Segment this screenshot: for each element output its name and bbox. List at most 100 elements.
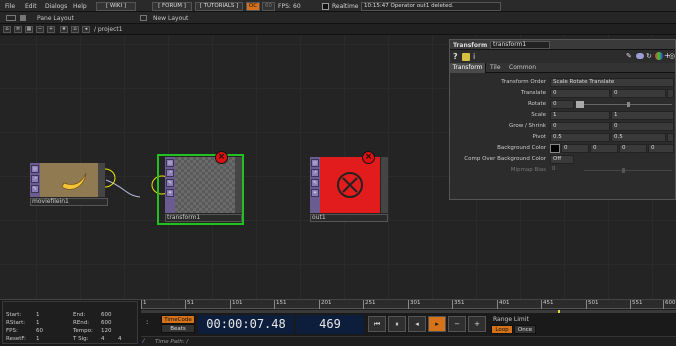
rotate-slider-handle[interactable] [576,101,584,108]
tab-common[interactable]: Common [509,64,536,71]
node-moviefilein1[interactable]: ◎ ↗ ✎ moviefilein1 [30,163,108,207]
comp-over-toggle[interactable]: Off [550,155,574,164]
menu-help[interactable]: Help [73,3,87,10]
transform-icon[interactable]: ✎ [166,179,174,187]
tsig-numerator[interactable]: 4 [101,336,105,342]
pause-icon[interactable]: ⏸ [388,316,406,332]
once-button[interactable]: Once [514,325,536,334]
background-color-swatch[interactable] [550,144,560,153]
pivot-y-field[interactable]: 0.5 [611,133,666,142]
grid-icon[interactable]: ▦ [25,26,33,33]
tsig-denominator[interactable]: 4 [118,336,122,342]
tutorials-link[interactable]: [ TUTORIALS ] [195,2,243,11]
star-icon[interactable]: ★ [60,26,68,33]
play-icon[interactable]: ▸ [428,316,446,332]
menu-file[interactable]: File [5,3,15,10]
back-icon[interactable]: ◂ [82,26,90,33]
bg-r-field[interactable]: 0 [561,144,589,153]
oc-indicator[interactable]: OC [246,2,260,11]
bg-a-field[interactable]: 0 [648,144,674,153]
timecode-display[interactable]: 00:00:07.48 [198,315,294,334]
tempo-value[interactable]: 120 [101,328,112,334]
rotate-field[interactable]: 0 [550,100,574,109]
playhead[interactable] [558,310,560,313]
step-back-icon[interactable]: ◂ [408,316,426,332]
plus-button[interactable]: + [468,316,486,332]
wiki-link[interactable]: [ WIKI ] [96,2,136,11]
error-icon[interactable]: × [215,151,228,164]
timeline-track[interactable] [141,310,676,313]
home-icon[interactable]: ⌂ [3,26,11,33]
node-label[interactable]: moviefilein1 [30,198,108,206]
viewer-toggle-icon[interactable]: ◎ [311,159,319,167]
rend-value[interactable]: 600 [101,320,112,326]
realtime-checkbox[interactable] [322,3,329,10]
viewer-toggle-icon[interactable]: ◎ [166,159,174,167]
help-icon[interactable]: ? [453,52,458,61]
loop-button[interactable]: Loop [491,325,513,334]
time-path[interactable]: Time Path: / [155,339,188,345]
grow-y-field[interactable]: 0 [611,122,674,131]
info-icon[interactable]: i [473,52,475,61]
pane-split-icon[interactable] [6,15,16,21]
resetf-value[interactable]: 1 [36,336,40,342]
viewer-toggle-icon[interactable]: ◎ [31,165,39,173]
beats-button[interactable]: Beats [161,324,195,333]
network-path[interactable]: / project1 [94,26,123,33]
tab-transform[interactable]: Transform [450,63,486,73]
tab-tile[interactable]: Tile [490,64,501,71]
edit-icon[interactable]: ✎ [626,52,632,60]
scale-y-field[interactable]: 1 [611,111,674,120]
units-button[interactable] [667,89,674,98]
minus-button[interactable]: − [448,316,466,332]
bg-b-field[interactable]: 0 [619,144,647,153]
bypass-icon[interactable]: ↗ [311,169,319,177]
scale-x-field[interactable]: 1 [550,111,610,120]
mipmap-field[interactable]: 0 [550,166,574,175]
refresh-icon[interactable]: ↻ [646,52,652,60]
color-icon[interactable] [655,52,663,60]
bg-g-field[interactable]: 0 [590,144,618,153]
timeline-ruler[interactable]: 1 51 101 151 201 251 301 351 401 451 501… [141,300,676,309]
timecode-button[interactable]: TimeCode [161,315,195,324]
fps-value[interactable]: 60 [36,328,43,334]
bypass-icon[interactable]: ↗ [31,175,39,183]
node-label[interactable]: transform1 [165,214,242,222]
end-value[interactable]: 600 [101,312,112,318]
units-button[interactable] [667,133,674,142]
home2-icon[interactable]: ⌂ [71,26,79,33]
collapse-icon[interactable]: : [146,318,148,326]
transform-icon[interactable]: ✎ [311,179,319,187]
frame-display[interactable]: 469 [296,315,364,334]
pane-layout-button[interactable]: Pane Layout [37,15,74,22]
layout-icon[interactable] [140,15,147,21]
python-help-icon[interactable] [462,53,470,61]
grow-x-field[interactable]: 0 [550,122,610,131]
node-transform1[interactable]: ◎ ↗ ✎ ✦ transform1 [165,157,242,222]
lock-icon[interactable]: ✦ [311,189,319,197]
pivot-x-field[interactable]: 0.5 [550,133,610,142]
translate-y-field[interactable]: 0 [611,89,666,98]
rstart-value[interactable]: 1 [36,320,40,326]
comment-icon[interactable] [636,53,644,59]
node-out1[interactable]: ◎ ↗ ✎ ✦ out1 [310,157,388,222]
minus-icon[interactable]: − [36,26,44,33]
lock-icon[interactable]: ✦ [166,189,174,197]
transform-order-menu[interactable]: Scale Rotate Translate [550,78,674,87]
lock-icon[interactable]: ✎ [31,185,39,193]
plus-icon[interactable]: + [47,26,55,33]
translate-x-field[interactable]: 0 [550,89,610,98]
error-icon[interactable]: × [362,151,375,164]
forum-link[interactable]: [ FORUM ] [152,2,192,11]
new-layout-button[interactable]: New Layout [153,15,188,22]
bypass-icon[interactable]: ↗ [166,169,174,177]
menu-edit[interactable]: Edit [25,3,37,10]
pane-icon[interactable] [20,15,26,21]
mipmap-slider-track[interactable] [584,170,672,171]
list-icon[interactable]: ≡ [14,26,22,33]
op-name-field[interactable]: transform1 [490,41,550,49]
start-value[interactable]: 1 [36,312,40,318]
rewind-icon[interactable]: ⏮ [368,316,386,332]
menu-dialogs[interactable]: Dialogs [45,3,67,10]
target-icon[interactable]: ◎ [669,52,675,60]
